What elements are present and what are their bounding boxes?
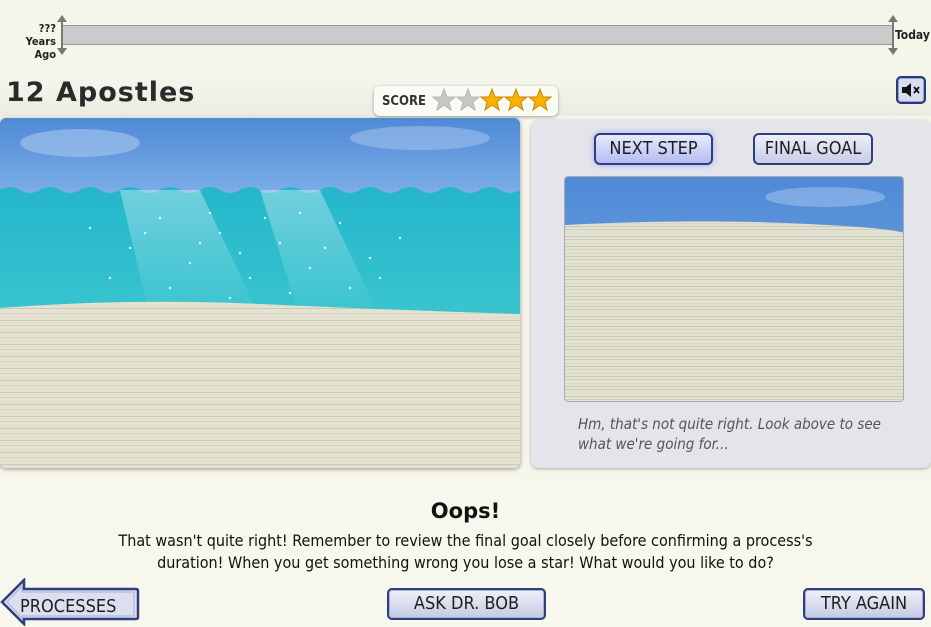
score-box: SCORE — [374, 86, 558, 116]
star-filled-icon — [480, 87, 504, 112]
sound-toggle-button[interactable] — [896, 76, 926, 104]
page-title: 12 Apostles — [6, 77, 196, 108]
star-empty-icon — [432, 87, 456, 112]
feedback-title: Oops! — [430, 499, 501, 523]
processes-button[interactable]: PROCESSES — [0, 578, 140, 626]
star-filled-icon — [528, 87, 552, 112]
current-step-scene — [0, 118, 520, 468]
hint-text: Hm, that's not quite right. Look above t… — [578, 415, 881, 453]
star-empty-icon — [456, 87, 480, 112]
timeline: ??? Years Ago Today — [0, 0, 931, 62]
try-again-button[interactable]: TRY AGAIN — [803, 588, 925, 620]
feedback-message: That wasn't quite right! Remember to rev… — [118, 531, 813, 572]
timeline-bar — [62, 25, 893, 45]
sediment-layers-illustration — [565, 177, 903, 401]
final-goal-button[interactable]: FINAL GOAL — [753, 133, 873, 165]
processes-label: PROCESSES — [20, 596, 117, 617]
ocean-deposition-illustration — [0, 118, 520, 468]
score-label: SCORE — [382, 94, 426, 109]
next-step-button[interactable]: NEXT STEP — [594, 133, 713, 165]
goal-preview — [564, 176, 904, 402]
star-rating — [432, 87, 552, 117]
star-filled-icon — [504, 87, 528, 112]
timeline-start-line1: ??? — [38, 22, 56, 35]
timeline-start-marker[interactable] — [57, 15, 67, 55]
speaker-muted-icon — [902, 83, 920, 97]
timeline-start-label: ??? Years Ago — [2, 22, 56, 61]
timeline-start-line2: Years Ago — [25, 35, 56, 61]
ask-dr-bob-button[interactable]: ASK DR. BOB — [387, 588, 546, 620]
timeline-end-label: Today — [895, 28, 930, 42]
